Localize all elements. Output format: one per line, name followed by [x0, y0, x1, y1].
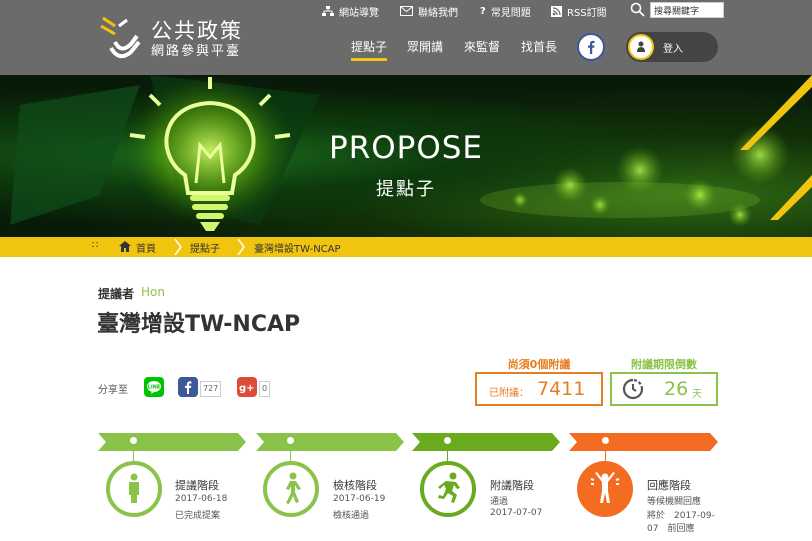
banner-title: PROPOSE	[329, 130, 483, 166]
login-button[interactable]: 登入	[626, 32, 718, 62]
gplus-share-button[interactable]: g+	[237, 377, 257, 397]
stage-review-name: 檢核階段	[333, 479, 377, 492]
stage-propose-name: 提議階段	[175, 479, 219, 492]
util-label: 聯絡我們	[418, 7, 458, 19]
site-logo[interactable]: 公共政策 網路參與平臺	[97, 12, 257, 62]
clock-icon	[622, 378, 644, 400]
proposal-title: 臺灣增設TW-NCAP	[97, 312, 301, 337]
svg-text:LINE: LINE	[148, 385, 161, 391]
stage-connector	[605, 444, 606, 461]
proposer-label: 提議者	[98, 287, 135, 301]
gplus-share-count: 0	[259, 381, 271, 397]
util-link-contact[interactable]: 聯絡我們	[400, 4, 458, 19]
sitemap-icon	[322, 5, 334, 16]
days-unit: 天	[692, 389, 702, 400]
menu-icon[interactable]: ∷	[92, 240, 98, 251]
stage-response-date: 將於 2017-09-	[647, 511, 715, 521]
user-icon	[628, 34, 654, 60]
google-plus-icon: g+	[239, 383, 255, 394]
stage-marker	[287, 437, 294, 444]
stage-marker	[444, 437, 451, 444]
person-walking-icon	[286, 472, 301, 504]
util-link-faq[interactable]: ? 常見問題	[480, 4, 531, 19]
stage-propose-date: 2017-06-18	[175, 494, 228, 504]
mail-icon	[400, 6, 413, 16]
stage-review-status: 檢核通過	[333, 511, 370, 521]
nav-item-propose[interactable]: 提點子	[351, 38, 387, 55]
stage-second-date: 2017-07-07	[490, 508, 543, 518]
util-link-sitemap[interactable]: 網站導覽	[322, 4, 379, 19]
stage-response-date-cont: 07 前回應	[647, 524, 695, 534]
nav-item-supervise[interactable]: 來監督	[464, 38, 500, 55]
facebook-icon	[588, 40, 595, 54]
hero-banner: PROPOSE 提點子	[0, 75, 812, 237]
person-standing-icon	[129, 473, 139, 503]
search-icon[interactable]	[630, 2, 645, 17]
person-running-icon	[438, 472, 460, 503]
stage-connector	[447, 444, 448, 461]
stage-review-date: 2017-06-19	[333, 494, 386, 504]
logo-icon	[100, 16, 141, 59]
stage-arrow-response	[569, 433, 718, 451]
util-label: 網站導覽	[339, 7, 379, 19]
facebook-share-count: 727	[200, 381, 222, 397]
facebook-icon	[185, 381, 192, 394]
stage-marker	[130, 437, 137, 444]
nav-active-indicator	[351, 58, 387, 61]
breadcrumb-home[interactable]: 首頁	[136, 240, 156, 255]
login-label: 登入	[663, 44, 683, 55]
util-link-rss[interactable]: RSS訂閱	[551, 4, 607, 19]
home-icon[interactable]	[119, 241, 131, 252]
breadcrumb-separator	[237, 239, 245, 255]
question-icon: ?	[480, 5, 486, 17]
search-input[interactable]	[650, 2, 724, 18]
attached-value: 7411	[537, 378, 586, 400]
stage-arrow-propose	[98, 433, 246, 451]
stage-arrow-review	[256, 433, 404, 451]
stage-review-circle	[263, 461, 319, 517]
stage-connector	[290, 444, 291, 461]
breadcrumb-current: 臺灣增設TW-NCAP	[254, 244, 341, 255]
days-remaining: 26	[664, 378, 689, 400]
search-box	[630, 2, 724, 20]
breadcrumb-separator	[174, 239, 182, 255]
banner-subtitle: 提點子	[376, 179, 436, 200]
needed-signatures: 尚須0個附議	[507, 358, 571, 371]
logo-subtitle: 網路參與平臺	[151, 44, 242, 59]
nav-item-find-head[interactable]: 找首長	[521, 38, 557, 55]
svg-text:g+: g+	[239, 383, 255, 394]
line-share-button[interactable]: LINE	[144, 377, 164, 397]
stage-propose-circle	[106, 461, 162, 517]
facebook-button[interactable]	[577, 33, 605, 61]
attached-count-box: 已附議： 7411	[475, 372, 603, 406]
util-label: RSS訂閱	[567, 7, 607, 19]
site-header: 公共政策 網路參與平臺 網站導覽 聯絡我們 ? 常見問題 RSS訂閱 提點子 眾…	[0, 0, 812, 75]
stage-response-name: 回應階段	[647, 479, 691, 492]
stage-marker	[602, 437, 609, 444]
breadcrumb: ∷ 首頁 提點子 臺灣增設TW-NCAP	[0, 237, 812, 257]
deadline-label: 附議期限倒數	[631, 358, 697, 371]
stage-second-status: 通過	[490, 497, 509, 507]
facebook-share-button[interactable]	[178, 377, 198, 397]
stage-propose-status: 已完成提案	[175, 511, 221, 521]
stage-response-circle	[577, 461, 633, 517]
stage-second-circle	[420, 461, 476, 517]
nav-item-discuss[interactable]: 眾開講	[407, 38, 443, 55]
proposer-name[interactable]: Hon	[141, 285, 165, 299]
stage-second-name: 附議階段	[490, 479, 534, 492]
stage-arrow-second	[412, 433, 560, 451]
person-cheering-icon	[590, 472, 620, 503]
stage-connector	[133, 444, 134, 461]
attached-label: 已附議：	[489, 388, 529, 399]
stage-response-status: 等候機關回應	[647, 497, 702, 507]
line-icon: LINE	[147, 381, 161, 394]
countdown-box: 26 天	[610, 372, 718, 406]
share-label: 分享至	[98, 385, 128, 396]
rss-icon	[551, 5, 562, 17]
util-label: 常見問題	[490, 7, 531, 19]
breadcrumb-propose[interactable]: 提點子	[190, 240, 220, 255]
